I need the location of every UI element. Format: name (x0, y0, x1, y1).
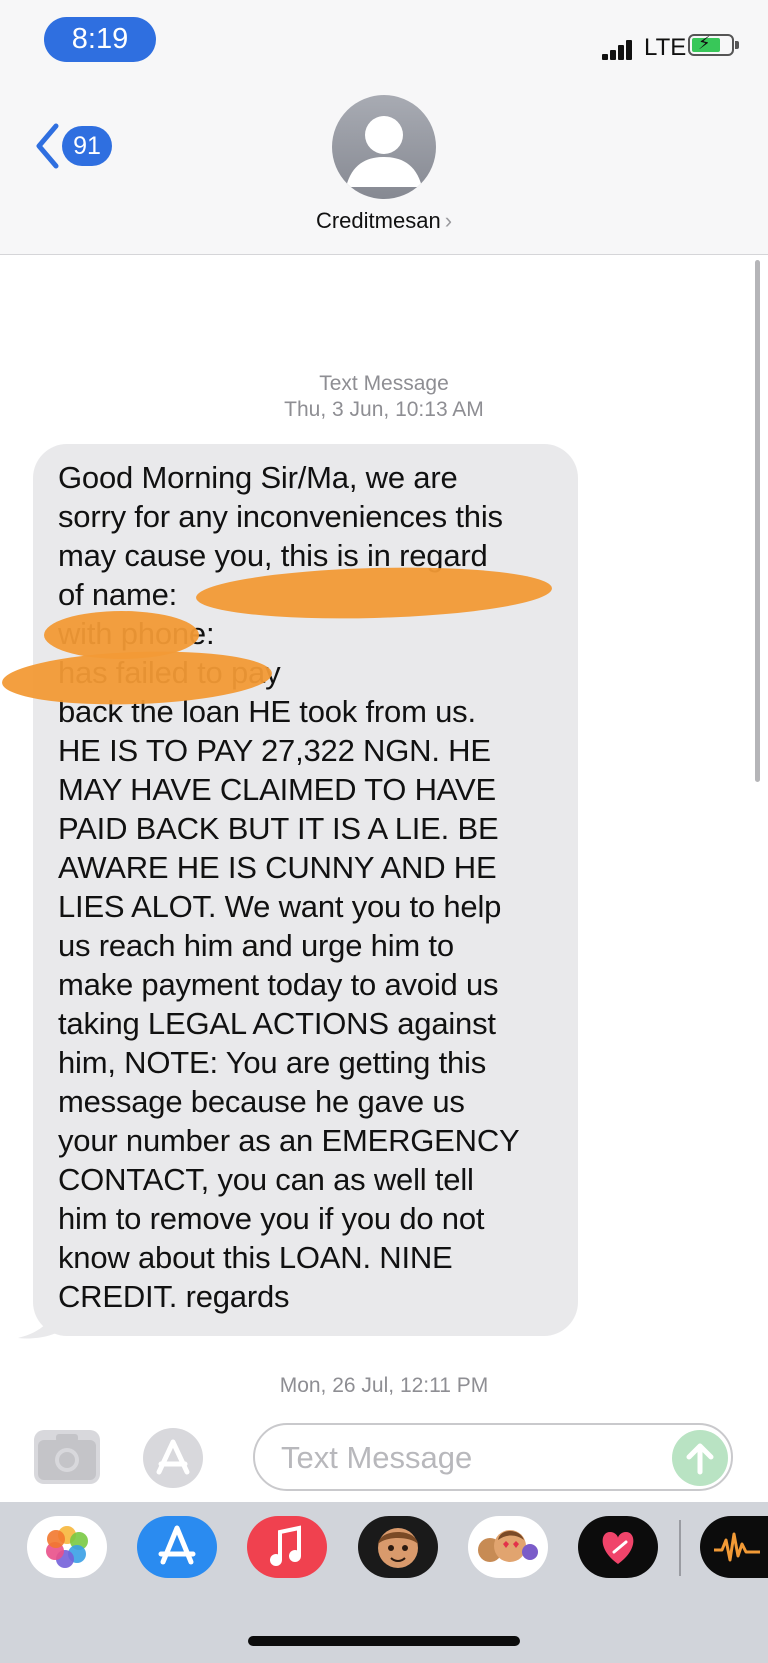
contact-name[interactable]: Creditmesan › (0, 208, 768, 234)
digital-touch-app-icon[interactable] (578, 1516, 658, 1578)
music-app-icon[interactable] (247, 1516, 327, 1578)
home-indicator[interactable] (248, 1636, 520, 1646)
timestamp-day: Thu, 3 Jun, (284, 398, 390, 421)
scrollbar[interactable] (755, 260, 760, 782)
unread-count-badge[interactable]: 91 (62, 126, 112, 166)
arrow-up-icon[interactable] (672, 1430, 728, 1486)
chevron-left-icon[interactable] (34, 122, 60, 170)
timestamp-day: Mon, 26 Jul, (279, 1374, 395, 1397)
battery-icon: ⚡ (688, 33, 739, 56)
message-service-label: Text Message (319, 372, 449, 395)
audiomack-app-icon[interactable] (700, 1516, 768, 1578)
camera-icon[interactable] (34, 1430, 100, 1484)
message-timestamp: Mon, 26 Jul, 12:11 PM (0, 1374, 768, 1398)
photos-app-icon[interactable] (27, 1516, 107, 1578)
signal-icon (602, 40, 632, 60)
status-time: 8:19 (44, 17, 156, 62)
dock-divider (679, 1520, 681, 1576)
contact-name-label[interactable]: Creditmesan (316, 208, 441, 233)
message-input[interactable] (279, 1435, 643, 1481)
animoji-app-icon[interactable] (468, 1516, 548, 1578)
network-type: LTE (644, 34, 687, 61)
app-store-icon[interactable] (143, 1428, 203, 1488)
timestamp-time: 10:13 AM (395, 398, 484, 421)
message-input-field[interactable] (253, 1423, 733, 1491)
app-store-app-icon[interactable] (137, 1516, 217, 1578)
message-timestamp: Thu, 3 Jun, 10:13 AM (0, 398, 768, 422)
contact-avatar[interactable] (332, 95, 436, 199)
chevron-right-icon: › (444, 208, 453, 233)
timestamp-time: 12:11 PM (399, 1374, 489, 1397)
memoji-app-icon[interactable] (358, 1516, 438, 1578)
